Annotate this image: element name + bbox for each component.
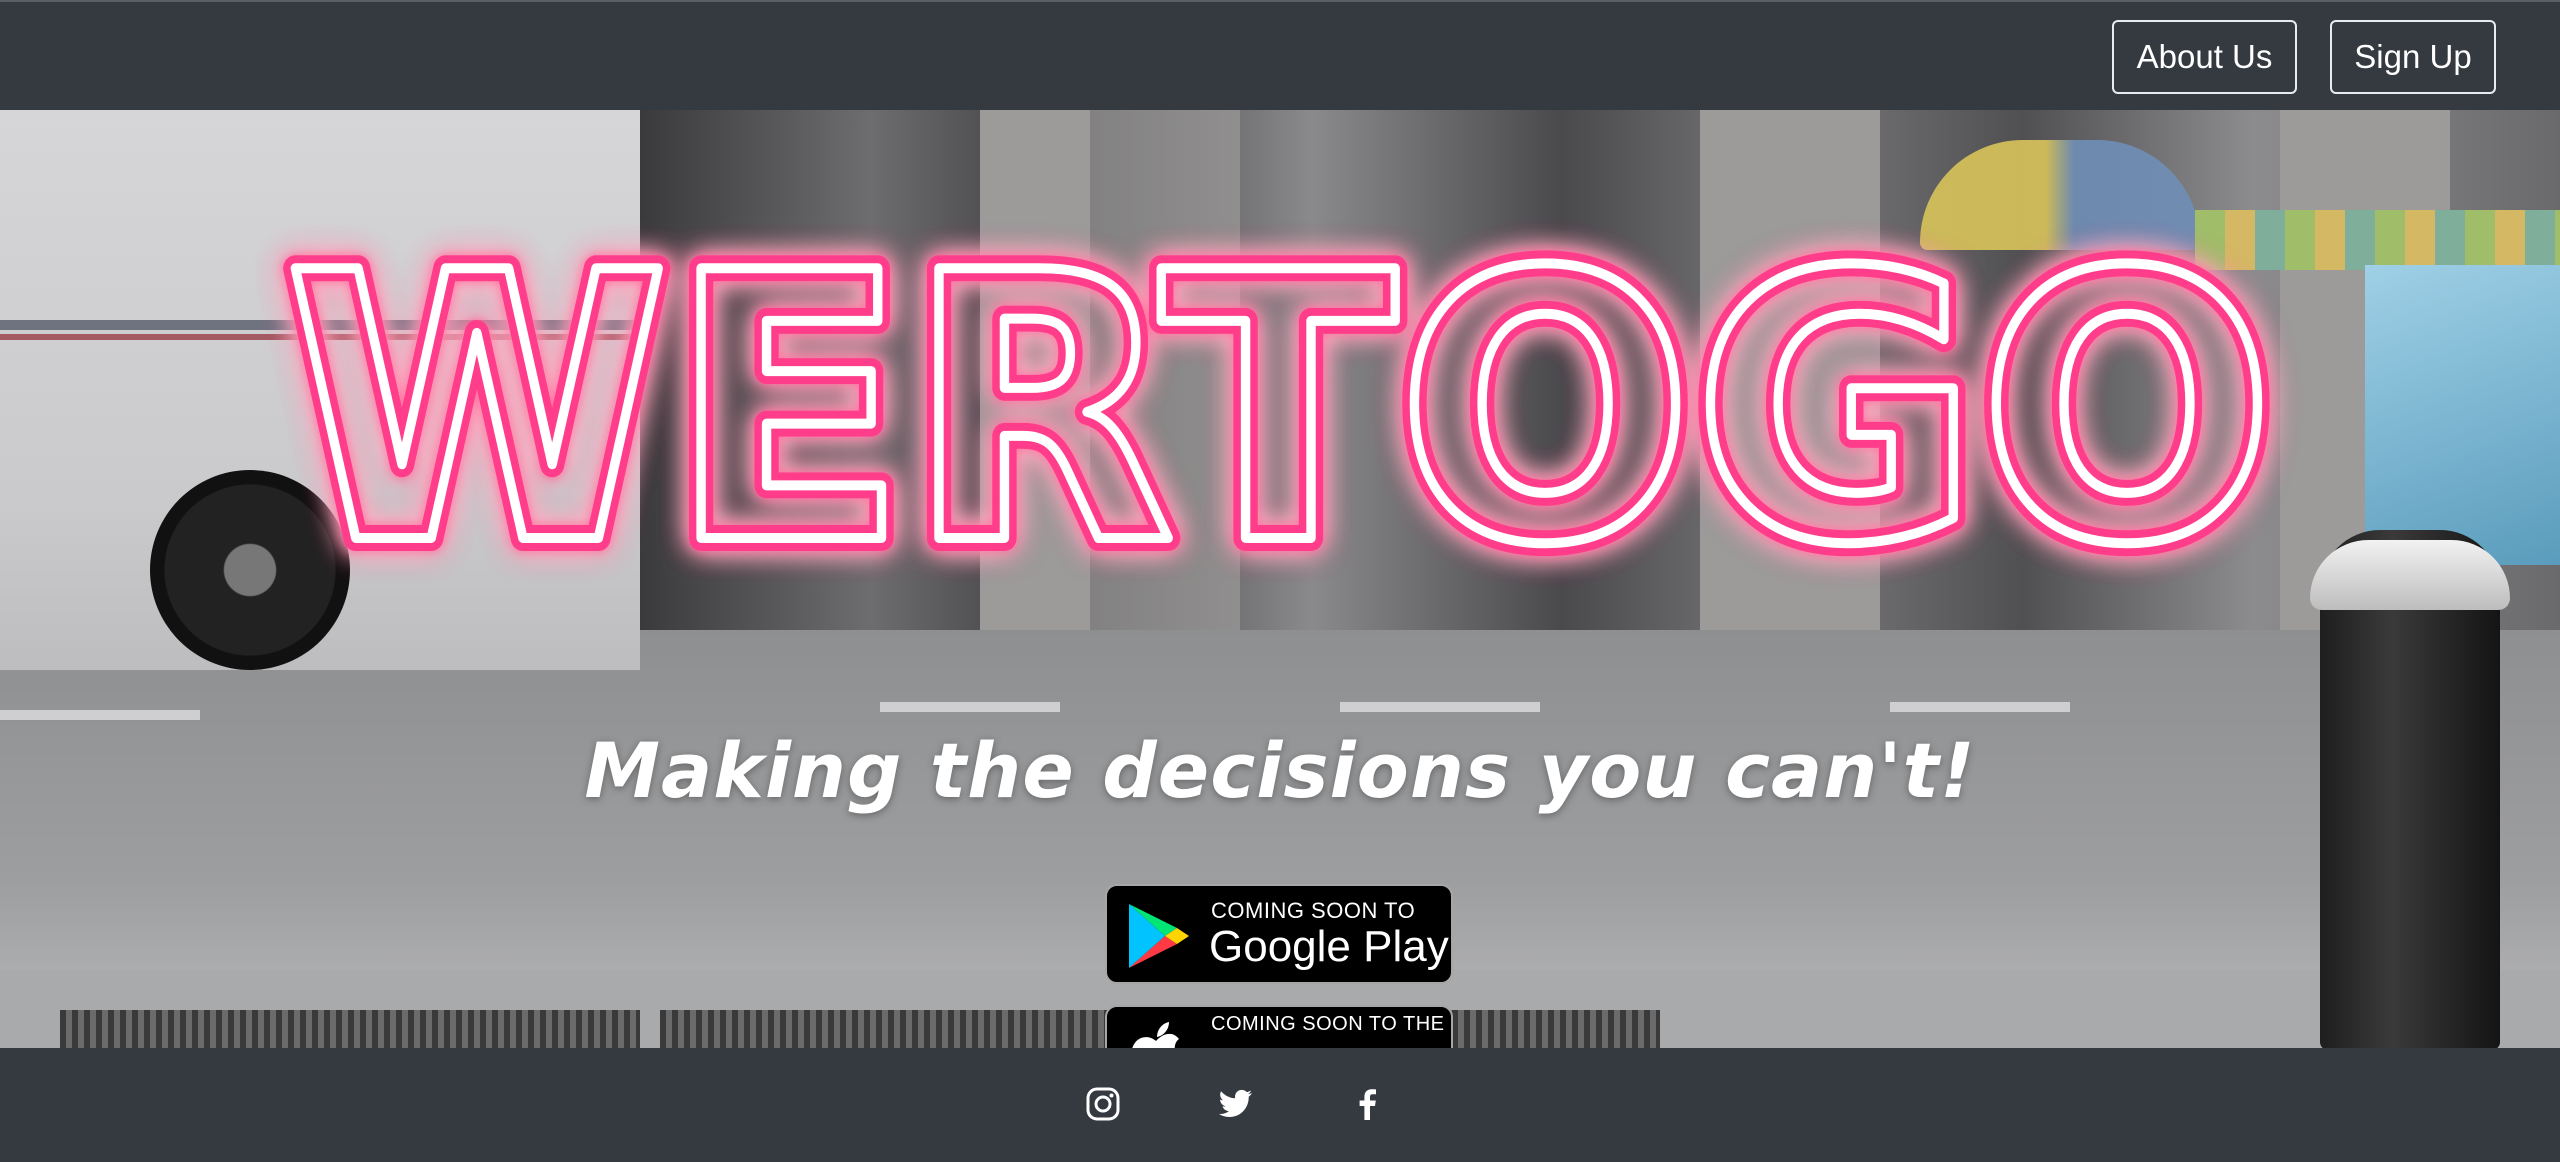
navbar: About Us Sign Up xyxy=(0,0,2560,110)
sign-up-button[interactable]: Sign Up xyxy=(2330,20,2496,94)
lane-marking xyxy=(1340,702,1540,712)
wertogo-neon-logo: WERTOGO WERTOGO xyxy=(272,183,2288,639)
lane-marking xyxy=(1890,702,2070,712)
logo-text-core: WERTOGO xyxy=(285,196,2275,626)
google-badge-big-text: Google Play xyxy=(1209,922,1449,971)
twitter-icon[interactable] xyxy=(1218,1086,1254,1122)
google-play-icon xyxy=(1129,904,1189,968)
footer xyxy=(0,1048,2560,1162)
lane-marking xyxy=(880,702,1060,712)
background-poster xyxy=(2365,265,2560,565)
google-badge-small-text: COMING SOON TO xyxy=(1211,898,1416,923)
google-play-badge[interactable]: COMING SOON TO Google Play xyxy=(1105,884,1453,984)
tagline: Making the decisions you can't! xyxy=(584,726,1976,815)
lane-marking xyxy=(0,710,200,720)
about-us-button[interactable]: About Us xyxy=(2112,20,2297,94)
background-hydrant-cap xyxy=(2310,540,2510,610)
facebook-icon[interactable] xyxy=(1350,1086,1386,1122)
background-grate xyxy=(60,1010,640,1048)
apple-badge-small-text: COMING SOON TO THE xyxy=(1211,1013,1445,1035)
instagram-icon[interactable] xyxy=(1085,1086,1121,1122)
